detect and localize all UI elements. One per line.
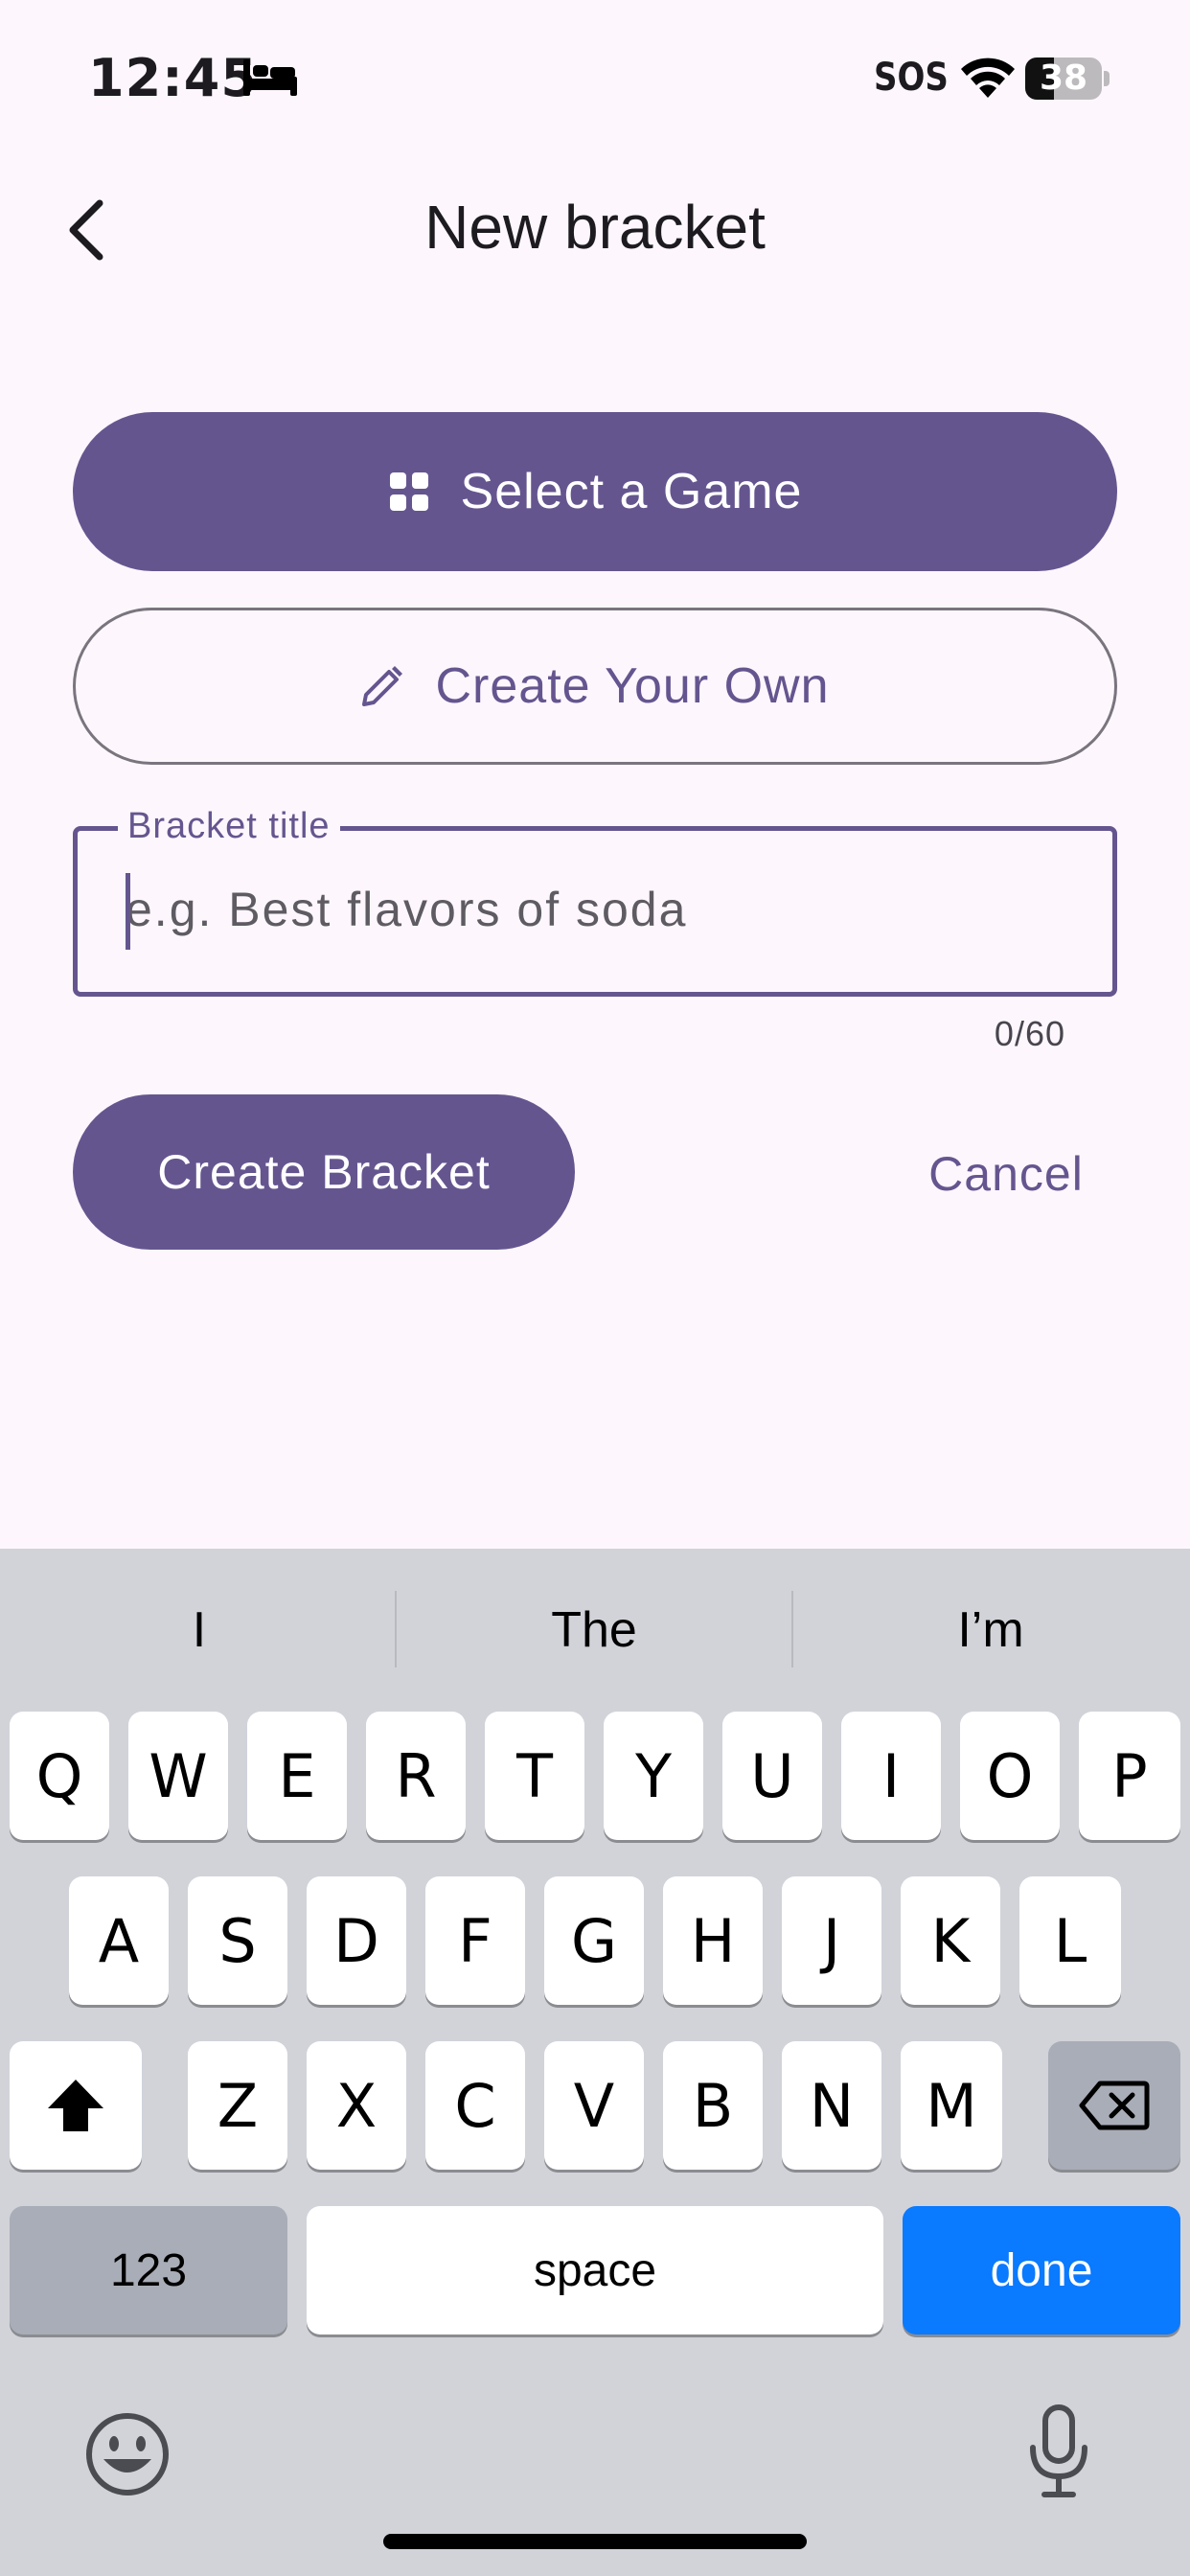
cancel-button[interactable]: Cancel bbox=[891, 1131, 1121, 1217]
key-l[interactable]: L bbox=[1019, 1876, 1121, 2005]
emoji-icon[interactable] bbox=[84, 2411, 171, 2497]
key-s[interactable]: S bbox=[188, 1876, 287, 2005]
wifi-icon bbox=[961, 58, 1015, 98]
battery-icon: 38 bbox=[1025, 58, 1110, 100]
microphone-icon[interactable] bbox=[1025, 2404, 1092, 2499]
key-u[interactable]: U bbox=[722, 1712, 822, 1840]
create-bracket-button[interactable]: Create Bracket bbox=[73, 1094, 575, 1250]
grid-icon bbox=[389, 472, 428, 511]
key-x[interactable]: X bbox=[307, 2041, 406, 2170]
create-your-own-label: Create Your Own bbox=[435, 658, 830, 714]
key-a[interactable]: A bbox=[69, 1876, 169, 2005]
pencil-icon bbox=[362, 666, 403, 706]
key-n[interactable]: N bbox=[782, 2041, 881, 2170]
space-key[interactable]: space bbox=[307, 2206, 883, 2334]
shift-key[interactable] bbox=[10, 2041, 142, 2170]
suggestion-item[interactable]: I bbox=[8, 1587, 391, 1673]
done-key[interactable]: done bbox=[903, 2206, 1180, 2334]
keyboard: I The I’m Q W E R T Y U I O P A S D F G … bbox=[0, 1549, 1190, 2576]
bracket-title-input[interactable] bbox=[126, 871, 1064, 948]
text-caret bbox=[126, 873, 130, 950]
key-y[interactable]: Y bbox=[604, 1712, 703, 1840]
backspace-icon bbox=[1079, 2081, 1150, 2130]
create-your-own-button[interactable]: Create Your Own bbox=[73, 608, 1117, 765]
key-b[interactable]: B bbox=[663, 2041, 763, 2170]
status-time: 12:45 bbox=[88, 48, 258, 108]
key-p[interactable]: P bbox=[1079, 1712, 1180, 1840]
key-q[interactable]: Q bbox=[10, 1712, 109, 1840]
suggestion-item[interactable]: I’m bbox=[799, 1587, 1182, 1673]
key-f[interactable]: F bbox=[425, 1876, 525, 2005]
key-t[interactable]: T bbox=[485, 1712, 584, 1840]
key-d[interactable]: D bbox=[307, 1876, 406, 2005]
shift-icon bbox=[48, 2080, 103, 2131]
bed-icon bbox=[243, 59, 297, 96]
bracket-title-field[interactable]: Bracket title bbox=[73, 806, 1117, 997]
select-game-button[interactable]: Select a Game bbox=[73, 412, 1117, 571]
key-i[interactable]: I bbox=[841, 1712, 941, 1840]
sos-indicator: SOS bbox=[874, 56, 949, 100]
select-game-label: Select a Game bbox=[460, 464, 803, 519]
status-bar: 12:45 SOS 38 bbox=[0, 0, 1190, 153]
key-g[interactable]: G bbox=[544, 1876, 644, 2005]
numbers-key[interactable]: 123 bbox=[10, 2206, 287, 2334]
key-j[interactable]: J bbox=[782, 1876, 881, 2005]
key-k[interactable]: K bbox=[901, 1876, 1000, 2005]
character-counter: 0/60 bbox=[994, 1014, 1065, 1053]
key-c[interactable]: C bbox=[425, 2041, 525, 2170]
suggestion-bar: I The I’m bbox=[0, 1549, 1190, 1702]
battery-level: 38 bbox=[1039, 58, 1088, 98]
key-v[interactable]: V bbox=[544, 2041, 644, 2170]
key-r[interactable]: R bbox=[366, 1712, 466, 1840]
backspace-key[interactable] bbox=[1048, 2041, 1180, 2170]
key-o[interactable]: O bbox=[960, 1712, 1060, 1840]
home-indicator bbox=[383, 2534, 807, 2549]
bracket-title-label: Bracket title bbox=[118, 806, 340, 847]
key-h[interactable]: H bbox=[663, 1876, 763, 2005]
key-m[interactable]: M bbox=[901, 2041, 1002, 2170]
suggestion-item[interactable]: The bbox=[402, 1587, 786, 1673]
key-z[interactable]: Z bbox=[188, 2041, 287, 2170]
key-w[interactable]: W bbox=[128, 1712, 228, 1840]
page-title: New bracket bbox=[424, 193, 766, 262]
key-e[interactable]: E bbox=[247, 1712, 347, 1840]
